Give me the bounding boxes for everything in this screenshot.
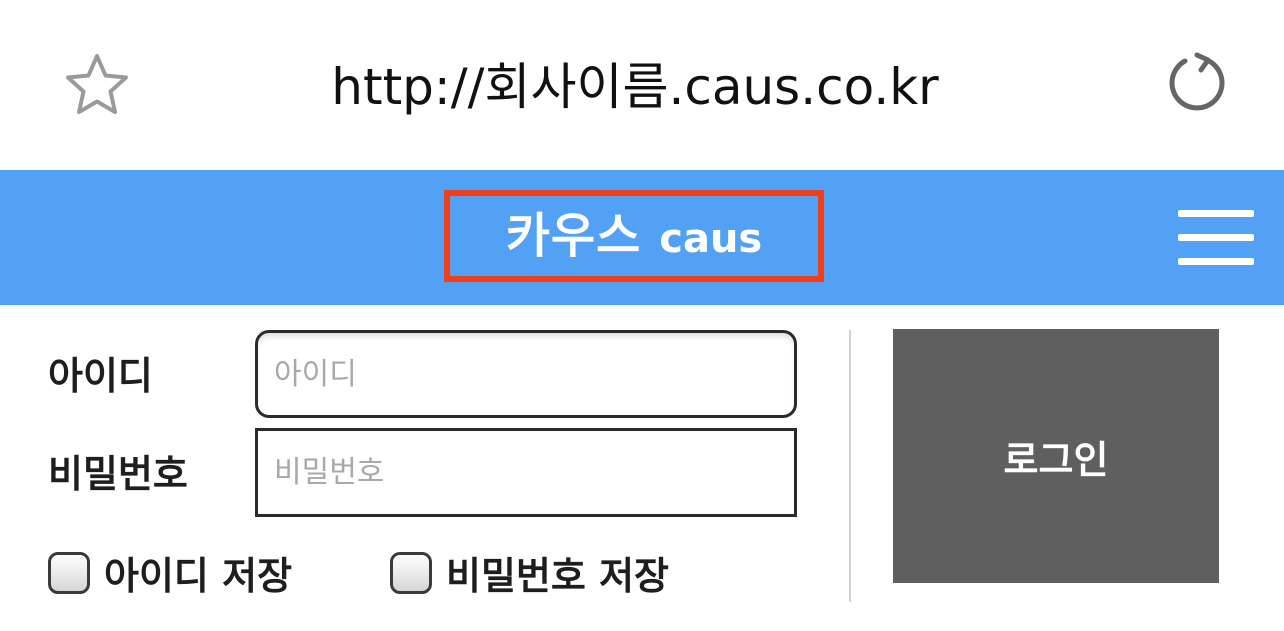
logo-korean-text: 카우스 — [505, 208, 642, 264]
page: http://회사이름.caus.co.kr 카우스 caus 아이디 비밀번호… — [0, 0, 1284, 631]
bookmark-button[interactable] — [62, 50, 132, 120]
logo-english-text: caus — [659, 216, 763, 262]
save-password-option[interactable]: 비밀번호 저장 — [390, 545, 669, 600]
star-icon — [66, 54, 128, 114]
reload-button[interactable] — [1160, 48, 1230, 118]
id-label: 아이디 — [48, 354, 153, 398]
address-bar-url[interactable]: http://회사이름.caus.co.kr — [250, 55, 1020, 119]
login-button[interactable]: 로그인 — [893, 329, 1219, 583]
menu-line — [1178, 258, 1254, 265]
menu-line — [1178, 234, 1254, 241]
logo[interactable]: 카우스 caus — [444, 190, 824, 282]
save-password-label: 비밀번호 저장 — [446, 554, 669, 598]
save-id-option[interactable]: 아이디 저장 — [48, 545, 292, 600]
save-id-checkbox[interactable] — [48, 551, 90, 594]
password-label: 비밀번호 — [48, 452, 188, 496]
save-id-label: 아이디 저장 — [104, 554, 293, 598]
save-password-checkbox[interactable] — [390, 551, 432, 594]
reload-icon — [1169, 52, 1225, 111]
form-divider — [849, 330, 851, 602]
app-header: 카우스 caus — [0, 170, 1284, 305]
browser-bar: http://회사이름.caus.co.kr — [0, 0, 1284, 170]
password-input[interactable] — [255, 428, 797, 517]
menu-line — [1178, 210, 1254, 217]
hamburger-menu-icon[interactable] — [1178, 210, 1254, 266]
id-input[interactable] — [255, 330, 797, 418]
